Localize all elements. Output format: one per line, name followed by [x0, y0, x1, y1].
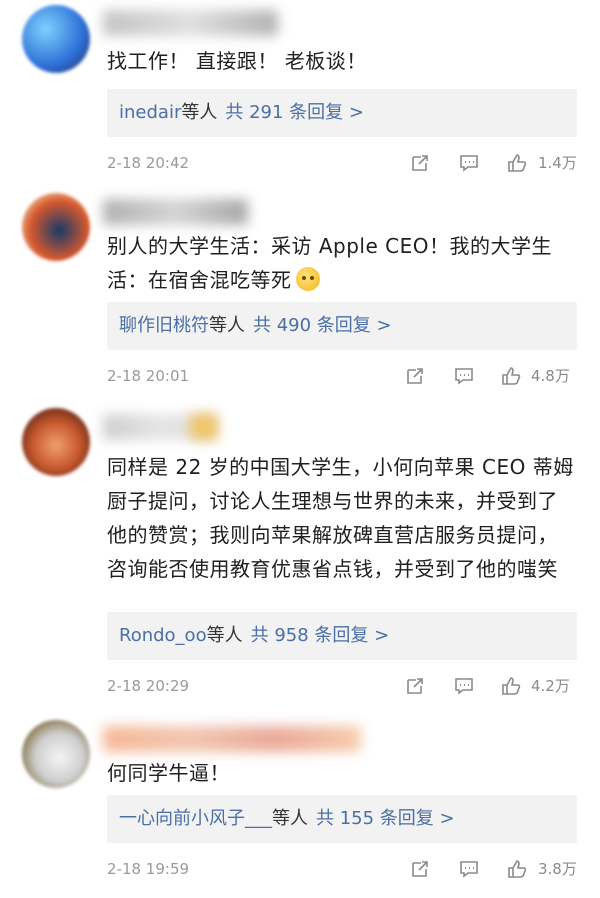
username-blurred[interactable]: [103, 199, 248, 225]
comment-text: 同样是 22 岁的中国大学生，小何向苹果 CEO 蒂姆厨子提问，讨论人生理想与世…: [107, 455, 574, 581]
avatar[interactable]: [22, 5, 90, 73]
reply-count-link[interactable]: 共 958 条回复 >: [251, 625, 390, 646]
timestamp: 2-18 20:01: [107, 367, 190, 385]
username-blurred[interactable]: [103, 726, 361, 752]
comment-meta: 2-18 20:01 4.8万: [107, 362, 582, 390]
timestamp: 2-18 20:42: [107, 154, 190, 172]
reply-summary[interactable]: Rondo_oo等人共 958 条回复 >: [107, 612, 577, 660]
share-icon[interactable]: [410, 859, 430, 879]
share-icon[interactable]: [410, 153, 430, 173]
comment-text: 别人的大学生活：采访 Apple CEO！我的大学生活：在宿舍混吃等死: [107, 234, 552, 292]
comment-text: 何同学牛逼！: [107, 761, 230, 785]
share-icon[interactable]: [405, 676, 425, 696]
avatar[interactable]: [22, 193, 90, 261]
reply-user-link[interactable]: inedair: [119, 102, 181, 123]
thinking-emoji-icon: [295, 267, 320, 291]
like-icon[interactable]: [501, 366, 521, 386]
reply-count-link[interactable]: 共 490 条回复 >: [253, 315, 392, 336]
comment-icon[interactable]: [459, 859, 479, 879]
reply-user-link[interactable]: 聊作旧桃符: [119, 315, 209, 336]
comment-icon[interactable]: [454, 676, 474, 696]
like-count: 1.4万: [538, 154, 577, 172]
comment-icon[interactable]: [454, 366, 474, 386]
reply-summary[interactable]: inedair等人共 291 条回复 >: [107, 89, 577, 137]
username-blurred[interactable]: [103, 10, 278, 36]
reply-summary[interactable]: 聊作旧桃符等人共 490 条回复 >: [107, 302, 577, 350]
like-count: 3.8万: [538, 860, 577, 878]
timestamp: 2-18 20:29: [107, 677, 190, 695]
timestamp: 2-18 19:59: [107, 860, 190, 878]
avatar[interactable]: [22, 408, 90, 476]
avatar[interactable]: [22, 720, 90, 788]
reply-count-link[interactable]: 共 155 条回复 >: [316, 808, 455, 829]
reply-user-link[interactable]: Rondo_oo: [119, 625, 207, 646]
reply-count-link[interactable]: 共 291 条回复 >: [225, 102, 364, 123]
comment-icon[interactable]: [459, 153, 479, 173]
reply-summary[interactable]: 一心向前小风子___等人共 155 条回复 >: [107, 795, 577, 843]
like-count: 4.2万: [531, 677, 570, 695]
comment-meta: 2-18 19:59 3.8万: [107, 855, 582, 883]
like-count: 4.8万: [531, 367, 570, 385]
comment-meta: 2-18 20:29 4.2万: [107, 672, 582, 700]
badge-blurred: [190, 414, 218, 440]
comment-meta: 2-18 20:42 1.4万: [107, 149, 582, 177]
like-icon[interactable]: [507, 153, 527, 173]
like-icon[interactable]: [507, 859, 527, 879]
comment-text: 找工作！ 直接跟！ 老板谈！: [107, 49, 367, 73]
share-icon[interactable]: [405, 366, 425, 386]
like-icon[interactable]: [501, 676, 521, 696]
reply-user-link[interactable]: 一心向前小风子___: [119, 808, 272, 829]
